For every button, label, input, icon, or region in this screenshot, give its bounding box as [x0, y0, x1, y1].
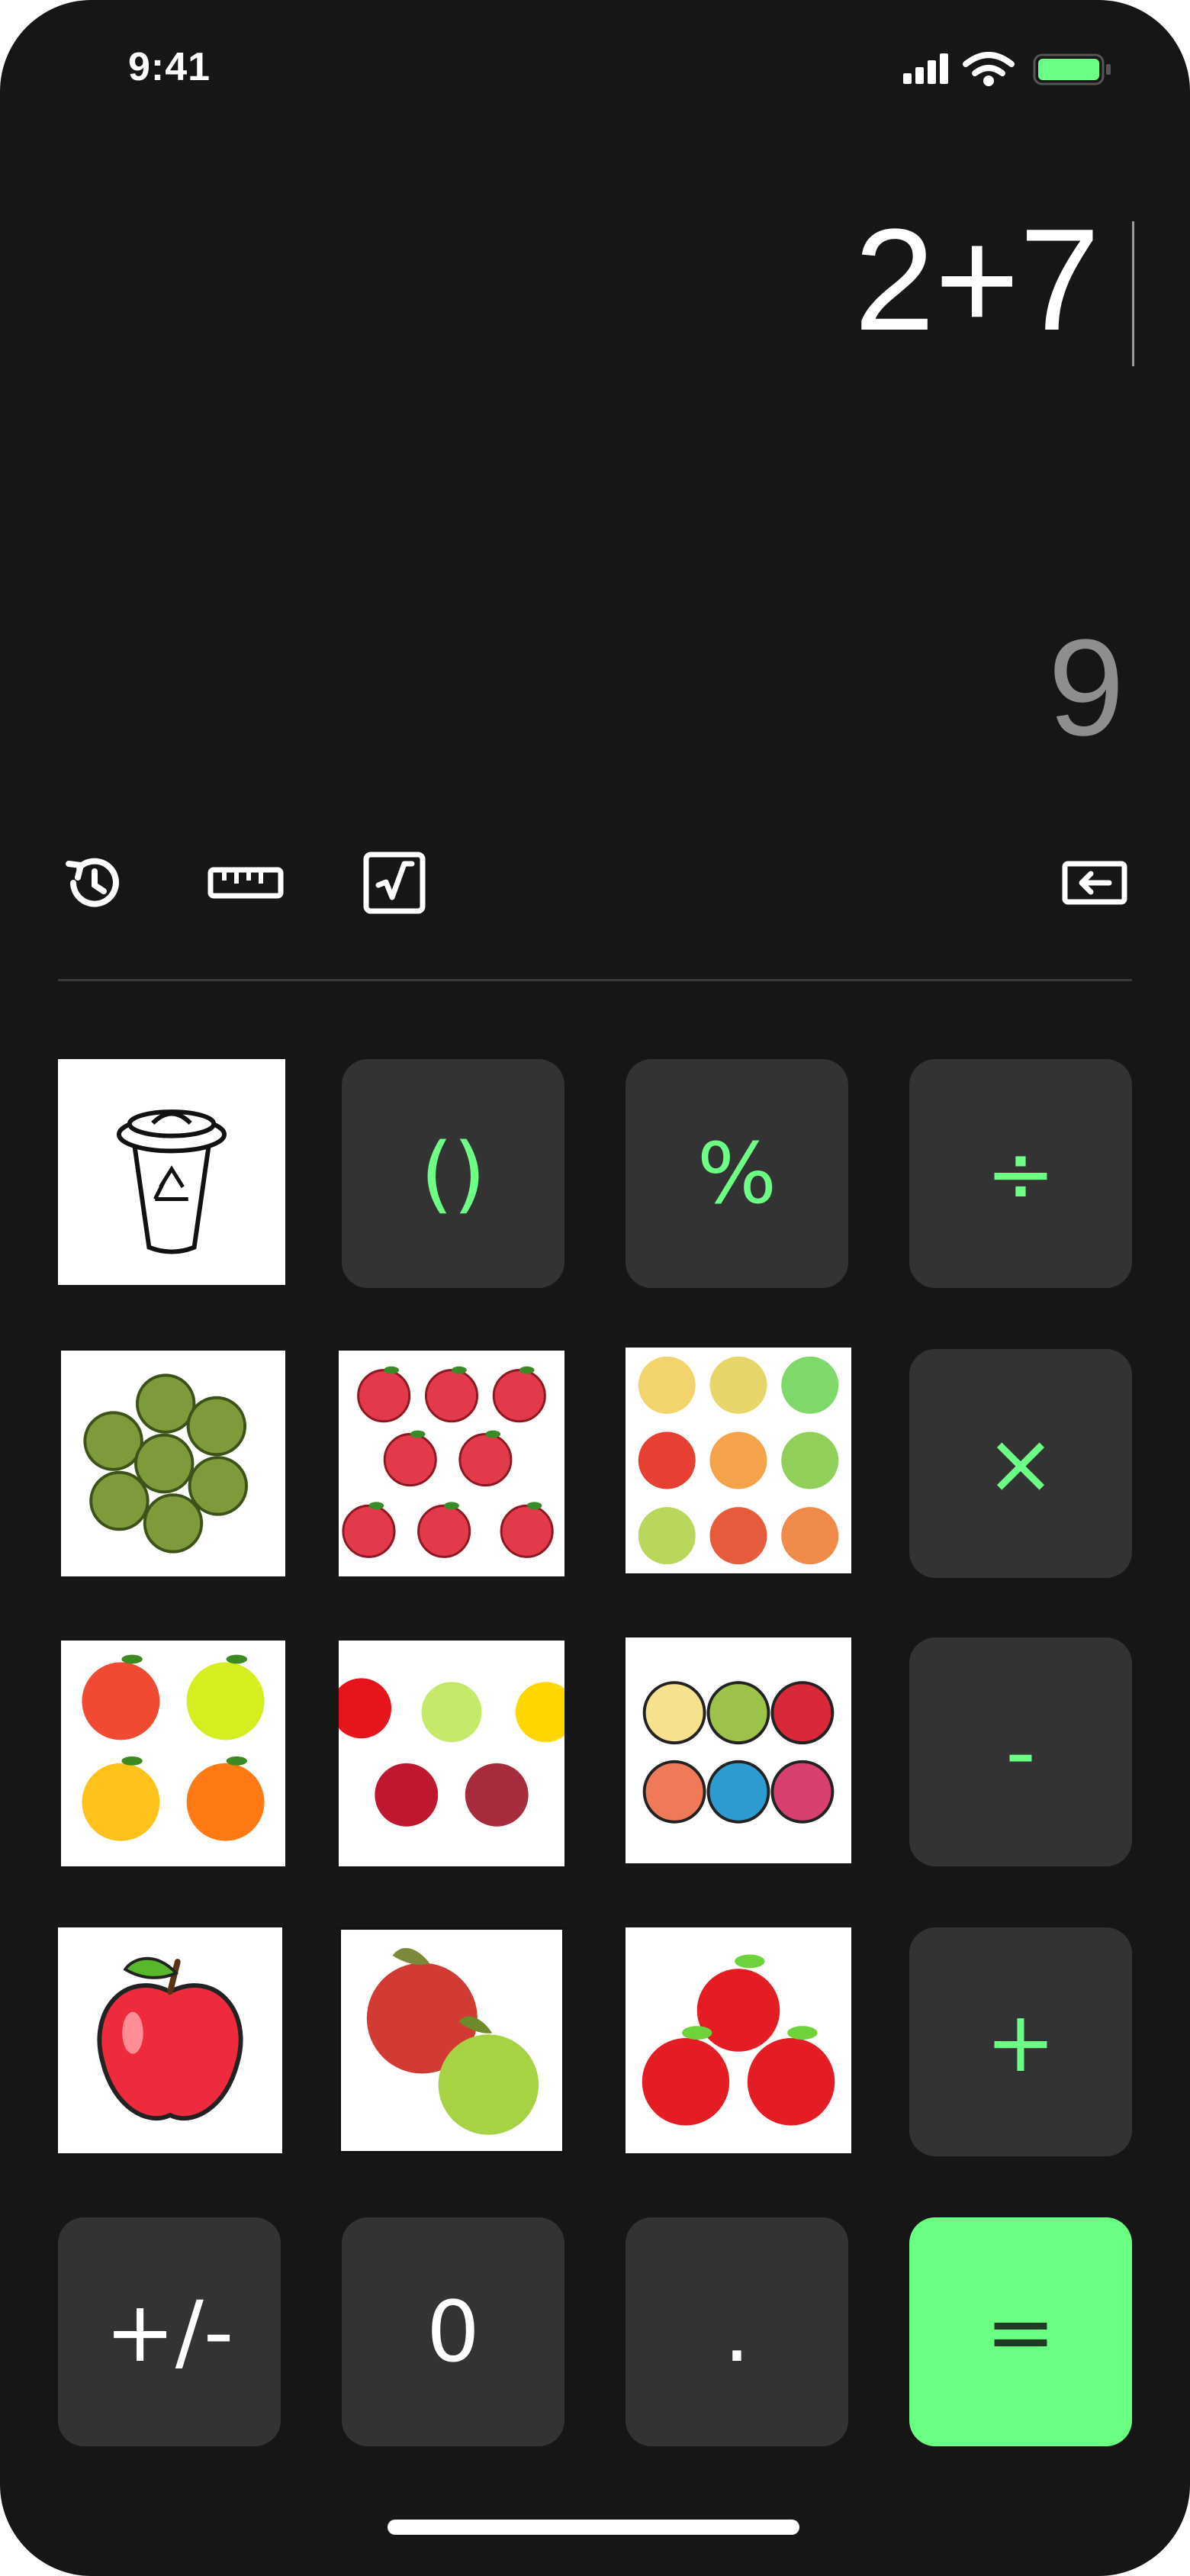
- zero-button[interactable]: 0: [342, 2217, 564, 2446]
- multiply-button[interactable]: ×: [909, 1349, 1132, 1578]
- decimal-label: .: [723, 2283, 751, 2381]
- digit-4-image-button[interactable]: [61, 1641, 285, 1866]
- digit-2-image-button[interactable]: [339, 1927, 564, 2153]
- wifi-icon: [963, 52, 1015, 86]
- digit-7-image-button[interactable]: [61, 1351, 285, 1576]
- percent-button[interactable]: %: [626, 1059, 848, 1288]
- parentheses-label: (): [420, 1125, 486, 1222]
- battery-icon: [1033, 53, 1111, 85]
- negate-button[interactable]: +/-: [58, 2217, 281, 2446]
- add-button[interactable]: +: [909, 1927, 1132, 2156]
- clear-button[interactable]: [58, 1059, 285, 1285]
- one-red-apple-icon: [97, 1956, 243, 2121]
- status-icons: [903, 50, 1124, 87]
- zero-label: 0: [426, 2283, 480, 2381]
- four-apples-icon: [82, 1654, 265, 1841]
- equals-button[interactable]: =: [909, 2217, 1132, 2446]
- six-colored-apples-icon: [642, 1681, 835, 1824]
- divide-button[interactable]: ÷: [909, 1059, 1132, 1288]
- digit-8-image-button[interactable]: [339, 1351, 564, 1576]
- parentheses-button[interactable]: (): [342, 1059, 564, 1288]
- eight-red-apples-icon: [342, 1366, 554, 1558]
- digit-9-image-button[interactable]: [626, 1348, 851, 1573]
- backspace-icon[interactable]: [1060, 848, 1129, 917]
- recycle-bin-icon: [116, 1109, 227, 1254]
- digit-1-image-button[interactable]: [58, 1927, 282, 2153]
- digit-6-image-button[interactable]: [626, 1637, 851, 1863]
- expression-display[interactable]: 2+7: [854, 208, 1100, 353]
- history-icon[interactable]: [60, 848, 128, 917]
- ruler-icon[interactable]: [207, 848, 284, 917]
- two-apples-icon: [366, 1947, 539, 2135]
- decimal-button[interactable]: .: [626, 2217, 848, 2446]
- multiply-label: ×: [985, 1415, 1057, 1512]
- phone-screen: 9:41 2+7 9 () % ÷ × - + +/- 0 . =: [0, 0, 1190, 2576]
- text-cursor: [1132, 221, 1134, 366]
- negate-label: +/-: [105, 2283, 234, 2381]
- result-display: 9: [1047, 611, 1124, 765]
- status-time: 9:41: [128, 45, 211, 89]
- equals-label: =: [985, 2283, 1057, 2381]
- divide-label: ÷: [985, 1125, 1057, 1222]
- nine-mixed-apples-icon: [638, 1356, 839, 1565]
- seven-green-apples-icon: [83, 1373, 248, 1554]
- signal-icon: [903, 53, 948, 84]
- subtract-button[interactable]: -: [909, 1637, 1132, 1866]
- add-label: +: [985, 1993, 1057, 2091]
- subtract-label: -: [1005, 1703, 1036, 1801]
- digit-3-image-button[interactable]: [626, 1927, 851, 2153]
- divider: [58, 979, 1132, 981]
- percent-label: %: [696, 1125, 777, 1222]
- five-apples-icon: [339, 1678, 564, 1827]
- three-red-apples-icon: [642, 1954, 835, 2126]
- digit-5-image-button[interactable]: [339, 1641, 564, 1866]
- sqrt-icon[interactable]: [360, 848, 429, 917]
- home-indicator[interactable]: [388, 2520, 799, 2535]
